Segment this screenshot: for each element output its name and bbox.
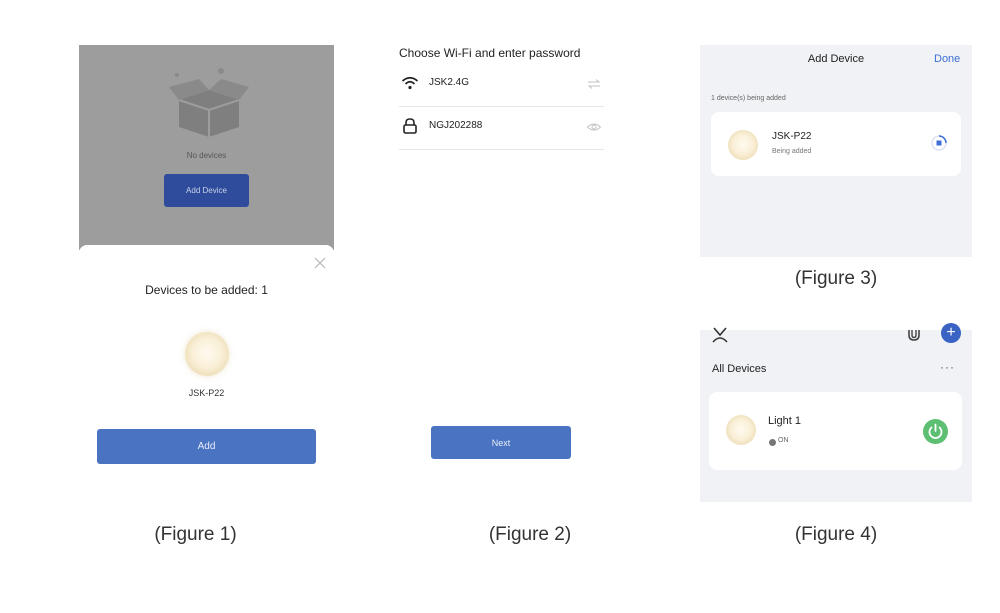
empty-state-text: No devices bbox=[186, 151, 227, 160]
device-name: JSK-P22 bbox=[188, 388, 225, 398]
devices-being-added-count: 1 device(s) being added bbox=[711, 95, 786, 102]
wifi-page-title: Choose Wi-Fi and enter password bbox=[399, 46, 581, 60]
power-symbol bbox=[928, 423, 943, 439]
mic-icon[interactable] bbox=[906, 327, 922, 343]
bulb-icon[interactable] bbox=[185, 332, 229, 376]
figure1-caption: (Figure 1) bbox=[154, 524, 237, 545]
figure3-caption: (Figure 3) bbox=[794, 268, 878, 289]
password-row[interactable]: NGJ202288 bbox=[399, 105, 604, 150]
password-field[interactable]: NGJ202288 bbox=[429, 120, 482, 131]
progress-icon bbox=[931, 135, 947, 151]
bulb-icon bbox=[728, 130, 758, 160]
device-state: ON bbox=[778, 437, 789, 444]
plus-icon[interactable]: + bbox=[941, 323, 961, 343]
figure4-caption: (Figure 4) bbox=[794, 524, 878, 545]
wifi-ssid-row[interactable]: JSK2.4G bbox=[399, 62, 604, 107]
done-button[interactable]: Done bbox=[934, 53, 960, 65]
device-name: Light 1 bbox=[768, 415, 802, 427]
add-button[interactable]: Add bbox=[97, 429, 316, 464]
add-device-title: Add Device bbox=[807, 53, 865, 65]
empty-box-icon bbox=[169, 68, 249, 137]
device-name: JSK-P22 bbox=[772, 131, 812, 142]
user-icon[interactable] bbox=[711, 327, 729, 343]
wifi-icon bbox=[401, 76, 419, 90]
power-icon[interactable] bbox=[923, 419, 948, 444]
figure2-caption: (Figure 2) bbox=[488, 524, 572, 545]
eye-icon[interactable] bbox=[586, 119, 602, 135]
bulb-icon bbox=[726, 415, 756, 445]
wifi-ssid-value: JSK2.4G bbox=[429, 77, 470, 88]
figure1-dimmed-background: No devices Add Device bbox=[79, 45, 334, 250]
close-icon[interactable] bbox=[312, 255, 328, 271]
more-icon[interactable]: ··· bbox=[940, 360, 955, 374]
next-button[interactable]: Next bbox=[431, 426, 571, 459]
lock-icon bbox=[403, 118, 417, 134]
switch-network-icon[interactable] bbox=[586, 76, 602, 92]
all-devices-title: All Devices bbox=[712, 363, 767, 375]
add-device-button[interactable]: Add Device bbox=[164, 174, 249, 207]
sheet-title: Devices to be added: 1 bbox=[145, 283, 268, 297]
device-status: Being added bbox=[772, 148, 812, 155]
status-dot bbox=[769, 439, 776, 446]
